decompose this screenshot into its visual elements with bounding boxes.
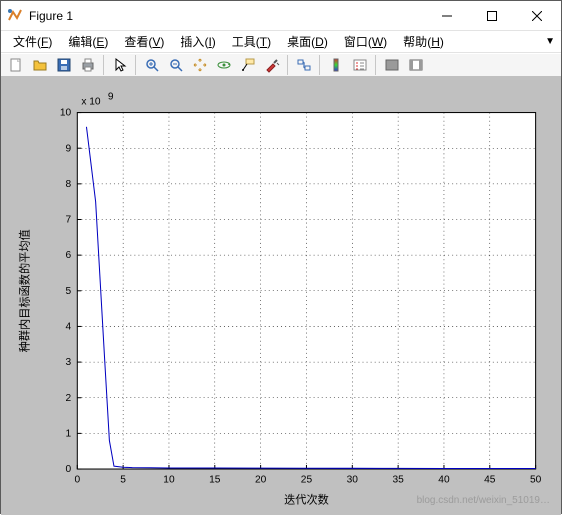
toolbar-separator [103, 55, 104, 75]
window-title: Figure 1 [29, 9, 73, 23]
menu-view[interactable]: 查看(V) [116, 31, 172, 52]
menu-desktop[interactable]: 桌面(D) [279, 31, 336, 52]
svg-text:2: 2 [66, 393, 72, 404]
minimize-button[interactable] [424, 1, 469, 30]
open-file-button[interactable] [28, 54, 51, 76]
rotate-3d-button[interactable] [212, 54, 235, 76]
print-button[interactable] [76, 54, 99, 76]
link-plot-button[interactable] [292, 54, 315, 76]
figure-window: Figure 1 文件(F) 编辑(E) 查看(V) 插入(I) 工具(T) 桌… [0, 0, 562, 514]
svg-text:0: 0 [66, 464, 72, 475]
figure-canvas[interactable]: 05101520253035404550012345678910x 109迭代次… [1, 77, 561, 515]
svg-text:8: 8 [66, 179, 72, 190]
axes-svg: 05101520253035404550012345678910x 109迭代次… [6, 82, 556, 510]
show-plot-tools-button[interactable] [404, 54, 427, 76]
menu-insert[interactable]: 插入(I) [172, 31, 223, 52]
zoom-in-button[interactable] [140, 54, 163, 76]
insert-colorbar-button[interactable] [324, 54, 347, 76]
toolbar-separator [287, 55, 288, 75]
menu-file[interactable]: 文件(F) [5, 31, 60, 52]
menu-help[interactable]: 帮助(H) [395, 31, 452, 52]
toolbar [1, 53, 561, 77]
maximize-button[interactable] [469, 1, 514, 30]
title-bar: Figure 1 [1, 1, 561, 31]
svg-text:35: 35 [392, 474, 404, 485]
svg-text:种群内目标函数的平均值: 种群内目标函数的平均值 [17, 229, 31, 352]
svg-text:30: 30 [347, 474, 359, 485]
svg-text:5: 5 [120, 474, 126, 485]
menu-chevron-icon[interactable]: ▼ [539, 34, 561, 49]
svg-text:20: 20 [255, 474, 267, 485]
data-cursor-button[interactable] [236, 54, 259, 76]
menu-edit[interactable]: 编辑(E) [60, 31, 116, 52]
menu-tools[interactable]: 工具(T) [224, 31, 279, 52]
svg-text:10: 10 [163, 474, 175, 485]
menu-bar: 文件(F) 编辑(E) 查看(V) 插入(I) 工具(T) 桌面(D) 窗口(W… [1, 31, 561, 53]
insert-legend-button[interactable] [348, 54, 371, 76]
zoom-out-button[interactable] [164, 54, 187, 76]
pan-button[interactable] [188, 54, 211, 76]
app-icon [7, 8, 23, 24]
svg-text:3: 3 [66, 357, 72, 368]
svg-text:x 10: x 10 [81, 96, 101, 107]
toolbar-separator [319, 55, 320, 75]
svg-text:40: 40 [438, 474, 450, 485]
new-figure-button[interactable] [4, 54, 27, 76]
hide-plot-tools-button[interactable] [380, 54, 403, 76]
svg-text:10: 10 [60, 108, 72, 119]
save-button[interactable] [52, 54, 75, 76]
svg-text:45: 45 [484, 474, 496, 485]
svg-text:0: 0 [74, 474, 80, 485]
svg-text:9: 9 [108, 91, 114, 102]
svg-text:50: 50 [530, 474, 542, 485]
svg-text:迭代次数: 迭代次数 [284, 493, 329, 507]
toolbar-separator [135, 55, 136, 75]
svg-text:7: 7 [66, 215, 72, 226]
brush-button[interactable] [260, 54, 283, 76]
svg-text:5: 5 [66, 286, 72, 297]
svg-text:25: 25 [301, 474, 313, 485]
svg-text:4: 4 [66, 321, 72, 332]
close-button[interactable] [514, 1, 559, 30]
menu-window[interactable]: 窗口(W) [336, 31, 395, 52]
svg-text:9: 9 [66, 143, 72, 154]
svg-text:1: 1 [66, 428, 72, 439]
svg-text:15: 15 [209, 474, 221, 485]
toolbar-separator [375, 55, 376, 75]
svg-text:6: 6 [66, 250, 72, 261]
pointer-button[interactable] [108, 54, 131, 76]
axes[interactable]: 05101520253035404550012345678910x 109迭代次… [6, 82, 556, 510]
